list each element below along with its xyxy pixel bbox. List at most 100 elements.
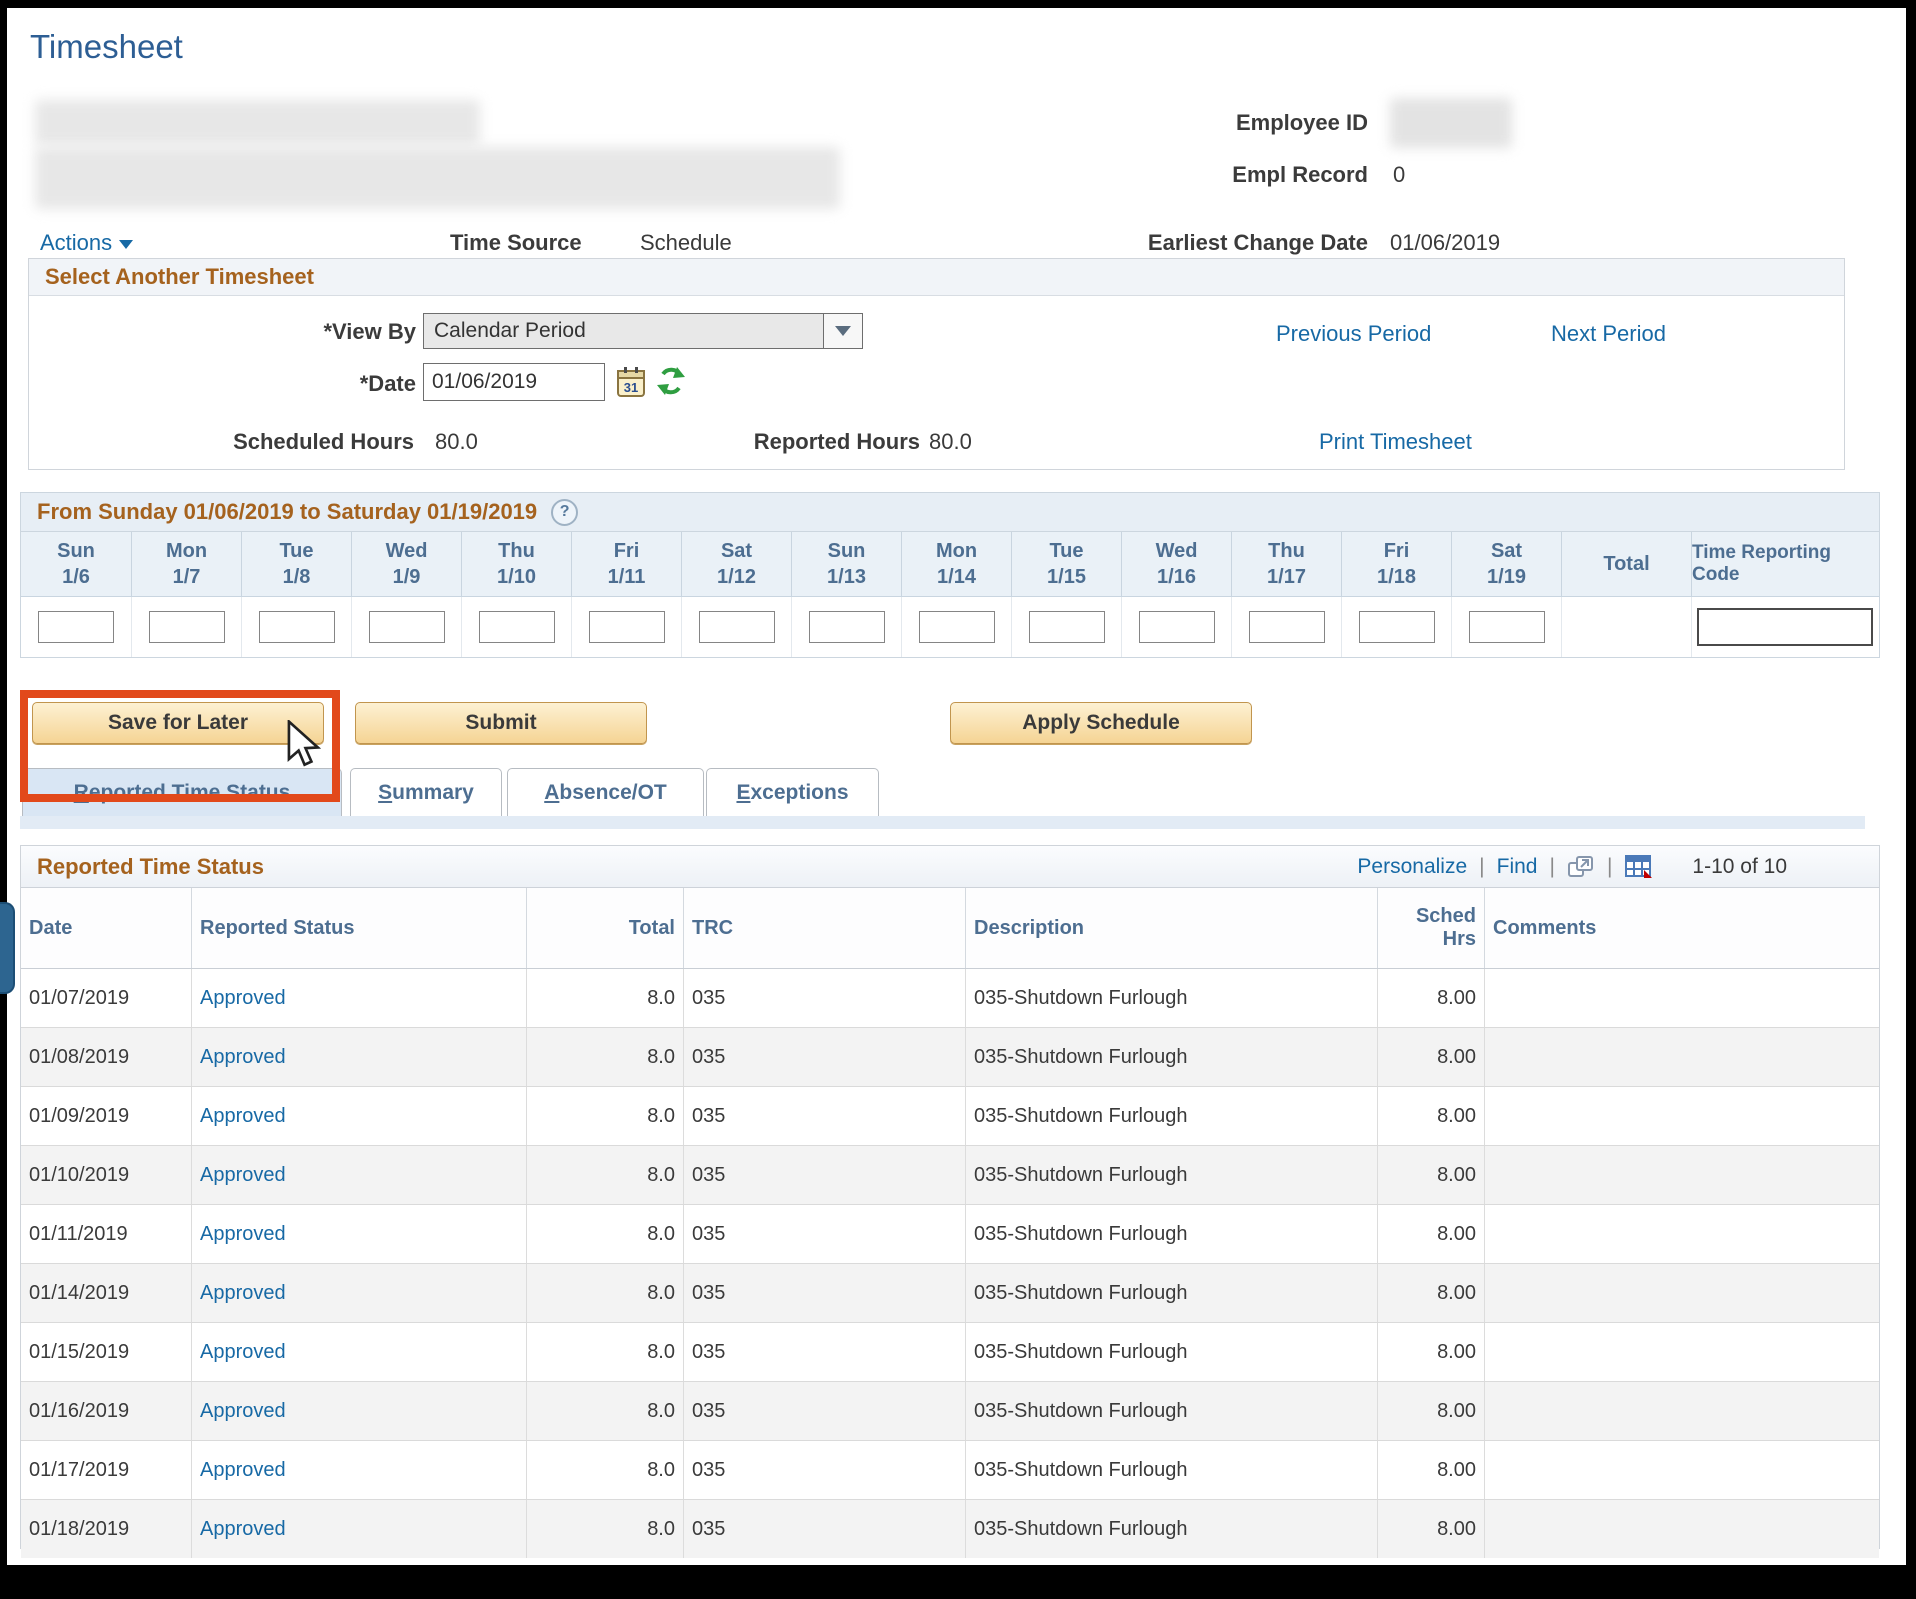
cell-comments (1485, 1264, 1879, 1322)
cell-sched_hrs: 8.00 (1378, 969, 1485, 1027)
cell-comments (1485, 1323, 1879, 1381)
day-hours-input[interactable] (1139, 611, 1215, 643)
tab-summary[interactable]: Summary (350, 768, 502, 816)
approved-link[interactable]: Approved (200, 1282, 286, 1305)
day-hours-input[interactable] (259, 611, 335, 643)
cell-comments (1485, 1441, 1879, 1499)
cell-comments (1485, 1087, 1879, 1145)
find-link[interactable]: Find (1497, 855, 1538, 879)
actions-menu[interactable]: Actions (40, 230, 133, 256)
cell-description: 035-Shutdown Furlough (966, 1500, 1378, 1558)
day-hours-input[interactable] (1249, 611, 1325, 643)
cell-total: 8.0 (527, 1323, 684, 1381)
table-row: 01/11/2019Approved8.0035035-Shutdown Fur… (21, 1204, 1879, 1263)
day-hours-input[interactable] (919, 611, 995, 643)
view-all-popup-icon[interactable] (1567, 854, 1595, 880)
view-by-selected-value: Calendar Period (424, 314, 823, 348)
download-to-excel-icon[interactable] (1624, 854, 1654, 880)
actions-link[interactable]: Actions (40, 230, 112, 255)
approved-link[interactable]: Approved (200, 1341, 286, 1364)
approved-link[interactable]: Approved (200, 1105, 286, 1128)
date-input[interactable] (423, 363, 605, 401)
cell-date: 01/15/2019 (21, 1323, 192, 1381)
print-timesheet-link[interactable]: Print Timesheet (1319, 429, 1472, 455)
day-hours-input[interactable] (809, 611, 885, 643)
cell-description: 035-Shutdown Furlough (966, 1441, 1378, 1499)
employee-name-redacted (35, 100, 480, 145)
day-hours-input[interactable] (149, 611, 225, 643)
approved-link[interactable]: Approved (200, 1223, 286, 1246)
day-hours-input[interactable] (1359, 611, 1435, 643)
approved-link[interactable]: Approved (200, 987, 286, 1010)
cell-description: 035-Shutdown Furlough (966, 1382, 1378, 1440)
day-hours-input[interactable] (589, 611, 665, 643)
dropdown-arrow-icon[interactable] (823, 314, 862, 348)
day-header-cell: Thu1/10 (461, 532, 571, 596)
day-hours-input[interactable] (699, 611, 775, 643)
approved-link[interactable]: Approved (200, 1046, 286, 1069)
cell-comments (1485, 1205, 1879, 1263)
table-row: 01/10/2019Approved8.0035035-Shutdown Fur… (21, 1145, 1879, 1204)
approved-link[interactable]: Approved (200, 1164, 286, 1187)
day-hours-input[interactable] (369, 611, 445, 643)
approved-link[interactable]: Approved (200, 1459, 286, 1482)
tab-exceptions[interactable]: Exceptions (706, 768, 879, 816)
period-title: From Sunday 01/06/2019 to Saturday 01/19… (37, 499, 537, 525)
day-header-cell: Mon1/7 (131, 532, 241, 596)
day-header-cell: Sat1/12 (681, 532, 791, 596)
day-header-cell: Sat1/19 (1451, 532, 1561, 596)
view-by-select[interactable]: Calendar Period (423, 313, 863, 349)
day-hours-input[interactable] (479, 611, 555, 643)
cell-sched_hrs: 8.00 (1378, 1382, 1485, 1440)
cell-date: 01/08/2019 (21, 1028, 192, 1086)
day-hours-input[interactable] (1029, 611, 1105, 643)
help-icon[interactable]: ? (551, 499, 578, 526)
side-panel-handle[interactable] (0, 902, 15, 994)
day-header-cell: Tue1/8 (241, 532, 351, 596)
cell-date: 01/14/2019 (21, 1264, 192, 1322)
refresh-icon[interactable] (655, 365, 687, 397)
panel-title: Select Another Timesheet (45, 264, 314, 290)
cell-trc: 035 (684, 1441, 966, 1499)
cell-status: Approved (192, 1264, 527, 1322)
day-hours-input[interactable] (38, 611, 114, 643)
earliest-change-date-label: Earliest Change Date (1068, 230, 1368, 256)
time-reporting-code-input[interactable] (1697, 608, 1873, 646)
employee-id-label: Employee ID (1068, 110, 1368, 136)
previous-period-link[interactable]: Previous Period (1276, 321, 1431, 347)
tab-absence-ot[interactable]: Absence/OT (507, 768, 704, 816)
table-row: 01/08/2019Approved8.0035035-Shutdown Fur… (21, 1027, 1879, 1086)
trc-column-header: Time Reporting Code (1691, 532, 1879, 596)
column-header-trc: TRC (684, 888, 966, 968)
approved-link[interactable]: Approved (200, 1400, 286, 1423)
section-title: Reported Time Status (37, 854, 264, 880)
cell-sched_hrs: 8.00 (1378, 1323, 1485, 1381)
column-header-sched-hrs: Sched Hrs (1378, 888, 1485, 968)
cell-comments (1485, 1146, 1879, 1204)
day-header-cell: Fri1/18 (1341, 532, 1451, 596)
date-label: *Date (279, 371, 416, 397)
personalize-link[interactable]: Personalize (1357, 855, 1467, 879)
scheduled-hours-label: Scheduled Hours (129, 429, 414, 455)
cell-status: Approved (192, 1028, 527, 1086)
apply-schedule-button[interactable]: Apply Schedule (950, 702, 1252, 744)
cell-trc: 035 (684, 1500, 966, 1558)
grid-controls: Personalize | Find | | (1357, 854, 1879, 880)
cell-description: 035-Shutdown Furlough (966, 1323, 1378, 1381)
calendar-icon[interactable]: 31 (615, 365, 647, 399)
submit-button[interactable]: Submit (355, 702, 647, 744)
cell-total: 8.0 (527, 1264, 684, 1322)
section-header-bar: Reported Time Status Personalize | Find … (21, 846, 1879, 888)
next-period-link[interactable]: Next Period (1551, 321, 1666, 347)
day-header-cell: Sun1/6 (21, 532, 131, 596)
cell-total: 8.0 (527, 1205, 684, 1263)
day-header-row: Sun1/6Mon1/7Tue1/8Wed1/9Thu1/10Fri1/11Sa… (21, 532, 1879, 597)
column-header-total: Total (527, 888, 684, 968)
cell-sched_hrs: 8.00 (1378, 1087, 1485, 1145)
approved-link[interactable]: Approved (200, 1518, 286, 1541)
active-tab-strip (20, 816, 1865, 829)
column-header-comments: Comments (1485, 888, 1879, 968)
cell-description: 035-Shutdown Furlough (966, 1146, 1378, 1204)
day-hours-input[interactable] (1469, 611, 1545, 643)
table-row: 01/09/2019Approved8.0035035-Shutdown Fur… (21, 1086, 1879, 1145)
